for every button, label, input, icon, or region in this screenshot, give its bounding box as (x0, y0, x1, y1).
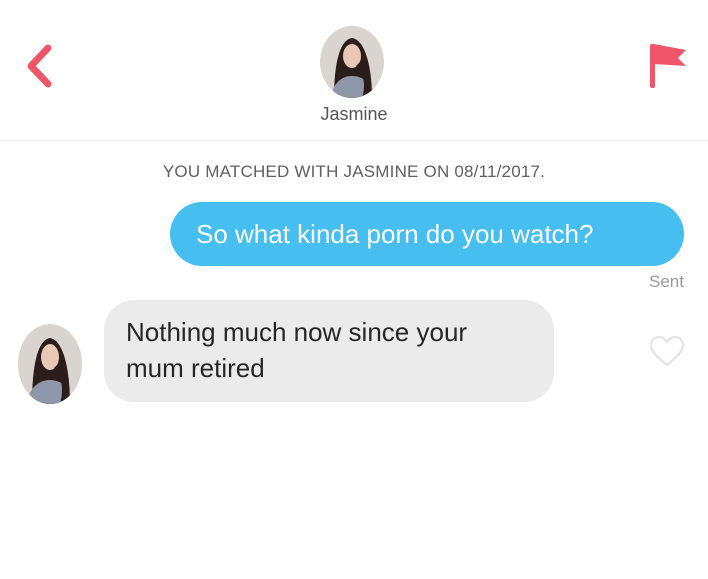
chevron-left-icon (27, 44, 52, 88)
sender-avatar[interactable] (18, 324, 82, 404)
match-date-notice: YOU MATCHED WITH JASMINE ON 08/11/2017. (162, 162, 546, 181)
profile-photo (320, 26, 384, 98)
profile-photo (18, 324, 82, 404)
heart-outline-icon (649, 335, 685, 367)
match-avatar[interactable] (320, 26, 384, 98)
outgoing-message-bubble[interactable]: So what kinda porn do you watch? (170, 202, 684, 266)
report-button[interactable] (644, 40, 692, 92)
message-status: Sent (649, 272, 684, 291)
like-message-button[interactable] (648, 334, 686, 368)
incoming-message-bubble[interactable]: Nothing much now since your mum retired (104, 300, 554, 402)
back-button[interactable] (18, 36, 64, 96)
flag-icon (650, 44, 686, 88)
chat-header: Jasmine (0, 0, 708, 141)
match-name[interactable]: Jasmine (254, 104, 454, 125)
